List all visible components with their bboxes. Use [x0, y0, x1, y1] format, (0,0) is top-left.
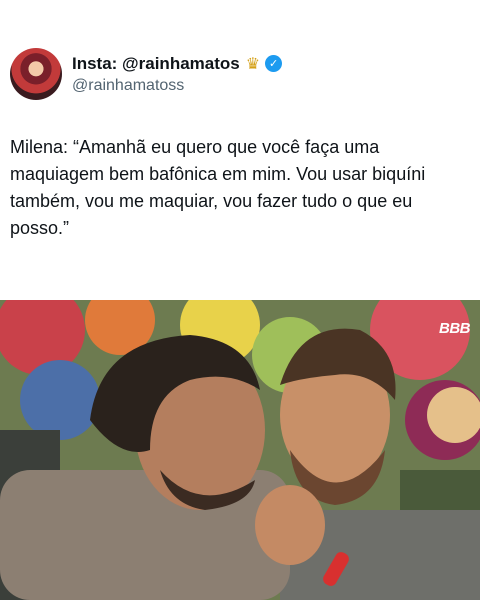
media-scene: [0, 300, 480, 600]
bbb-logo-badge: BBB: [439, 320, 471, 337]
display-name[interactable]: Insta: @rainhamatos: [72, 54, 240, 74]
crown-icon: ♛: [245, 55, 261, 73]
avatar[interactable]: [10, 48, 62, 100]
tweet-text: Milena: “Amanhã eu quero que você faça u…: [10, 137, 426, 238]
user-names: Insta: @rainhamatos ♛ ✓ @rainhamatoss: [72, 54, 283, 95]
tweet-header: Insta: @rainhamatos ♛ ✓ @rainhamatoss: [10, 48, 283, 100]
user-handle[interactable]: @rainhamatoss: [72, 77, 282, 95]
verified-badge-icon: ✓: [265, 55, 283, 72]
tweet-media-image[interactable]: BBB: [0, 300, 480, 600]
display-name-row: Insta: @rainhamatos ♛ ✓: [72, 54, 283, 74]
